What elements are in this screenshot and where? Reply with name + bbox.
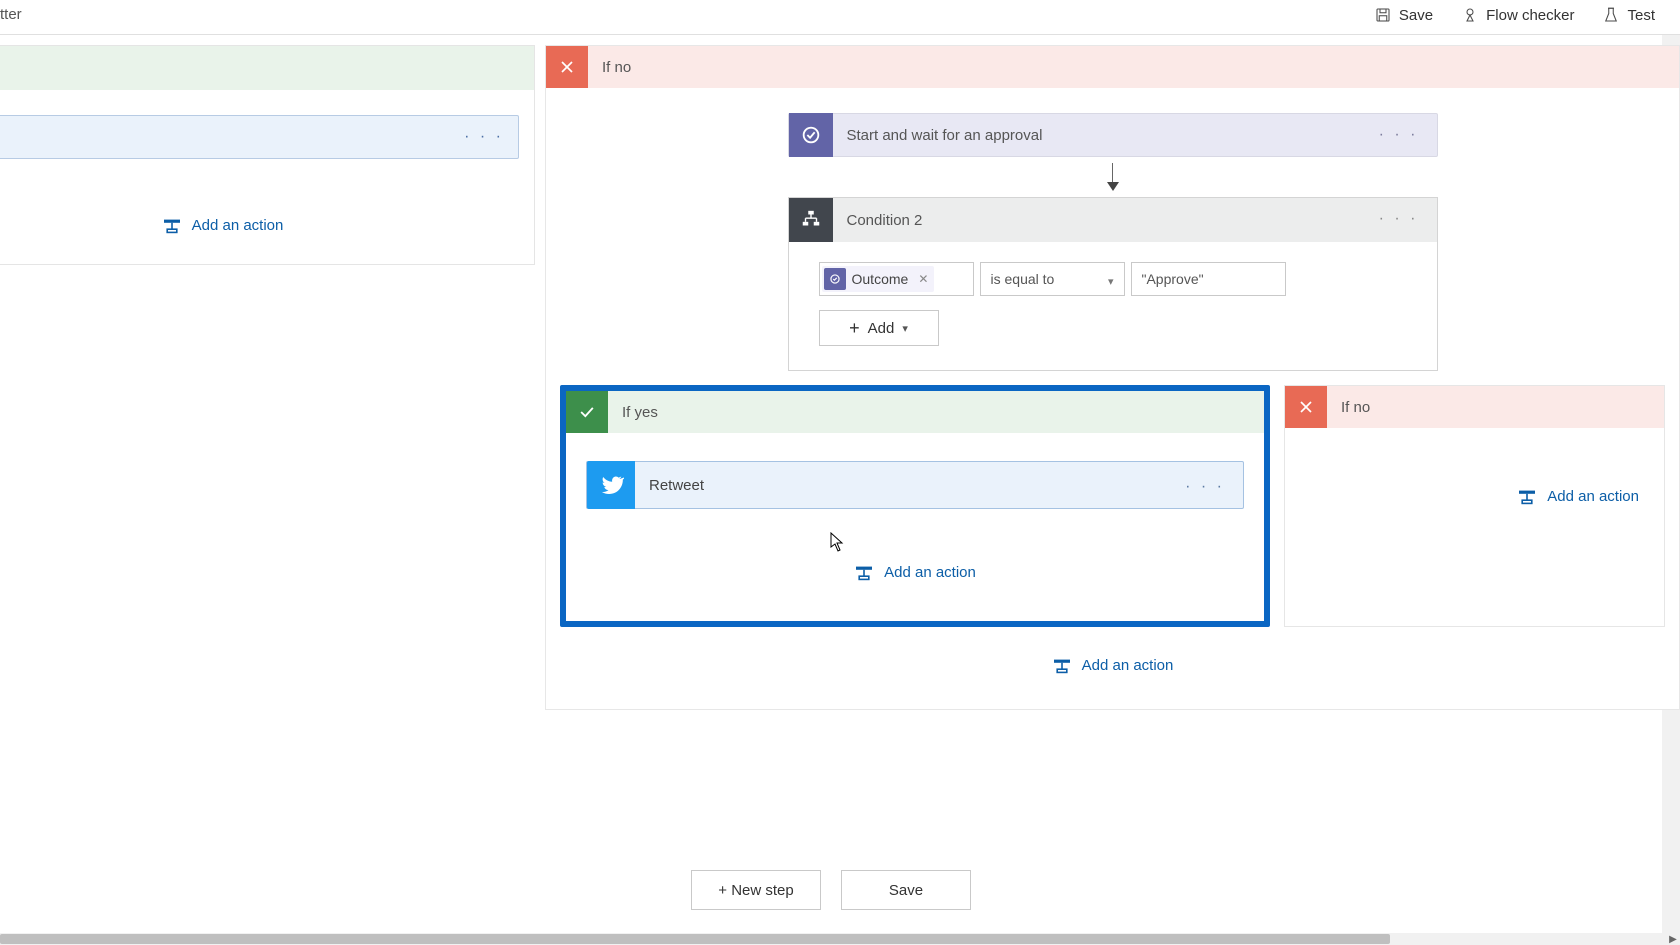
approval-card-title: Start and wait for an approval: [833, 127, 1043, 144]
add-action-yes-label: Add an action: [884, 564, 976, 581]
retweet-more-icon[interactable]: · · ·: [1185, 478, 1225, 496]
approval-icon: [789, 113, 833, 157]
save-button-label: Save: [1399, 7, 1433, 24]
add-action-no[interactable]: Add an action: [1517, 488, 1639, 505]
if-yes-label: If yes: [608, 404, 658, 421]
save-button[interactable]: Save: [1374, 6, 1433, 24]
approval-card-more-icon[interactable]: · · ·: [1379, 126, 1419, 144]
new-step-button[interactable]: + New step: [691, 870, 821, 910]
retweet-card[interactable]: Retweet · · ·: [586, 461, 1244, 509]
condition-icon: [789, 198, 833, 242]
if-no-branch-inner[interactable]: If no Add an action: [1284, 385, 1665, 627]
add-action-icon: [1517, 489, 1537, 505]
condition-card[interactable]: Condition 2 · · · Outcome ✕: [788, 197, 1438, 371]
add-action-left-label: Add an action: [192, 217, 284, 234]
if-no-header[interactable]: If no: [546, 46, 1679, 88]
outcome-token-remove-icon[interactable]: ✕: [918, 272, 928, 286]
if-no-inner-label: If no: [1327, 399, 1370, 416]
approval-card[interactable]: Start and wait for an approval · · ·: [788, 113, 1438, 157]
outcome-token[interactable]: Outcome ✕: [822, 266, 935, 292]
chevron-down-icon: ▾: [1108, 275, 1114, 288]
condition-header[interactable]: Condition 2 · · ·: [789, 198, 1437, 242]
retweet-title: Retweet: [635, 477, 704, 494]
top-toolbar: tter Save Flow checker Test: [0, 0, 1680, 35]
horizontal-scrollbar[interactable]: ▶: [0, 933, 1680, 945]
add-action-bottom-label: Add an action: [1082, 657, 1174, 674]
save-icon: [1374, 6, 1392, 24]
test-label: Test: [1627, 7, 1655, 24]
new-step-label: + New step: [718, 882, 793, 899]
add-action-yes[interactable]: Add an action: [586, 564, 1244, 581]
chevron-down-icon: ▾: [902, 322, 908, 335]
connector-arrow-icon: [1112, 163, 1114, 191]
scrollbar-arrow-right[interactable]: ▶: [1668, 934, 1678, 944]
condition-more-icon[interactable]: · · ·: [1379, 210, 1419, 228]
if-no-outer-panel: If no Start and wait for an approval · ·…: [545, 45, 1680, 710]
check-icon: [566, 391, 608, 433]
condition-value-input[interactable]: "Approve": [1131, 262, 1286, 296]
if-yes-panel-left: d · · · Add an action: [0, 45, 535, 265]
plus-icon: +: [849, 318, 860, 339]
flow-checker-icon: [1461, 6, 1479, 24]
test-icon: [1602, 6, 1620, 24]
scrollbar-thumb[interactable]: [0, 934, 1390, 944]
outcome-token-icon: [824, 268, 846, 290]
condition-body: Outcome ✕ is equal to ▾ "Approve": [789, 242, 1437, 370]
flow-checker-label: Flow checker: [1486, 7, 1574, 24]
if-no-inner-header[interactable]: If no: [1285, 386, 1664, 428]
condition-left-operand[interactable]: Outcome ✕: [819, 262, 974, 296]
test-button[interactable]: Test: [1602, 6, 1655, 24]
save-bottom-label: Save: [889, 882, 923, 899]
condition-add-label: Add: [868, 320, 895, 337]
add-action-bottom[interactable]: Add an action: [1052, 657, 1174, 674]
twitter-icon: [587, 461, 635, 509]
flow-canvas[interactable]: d · · · Add an action If no Start a: [0, 35, 1662, 933]
flow-checker-button[interactable]: Flow checker: [1461, 6, 1574, 24]
condition-value-text: "Approve": [1142, 271, 1204, 287]
if-yes-header-left[interactable]: [0, 46, 534, 90]
cross-icon: [546, 46, 588, 88]
footer-buttons: + New step Save: [0, 870, 1662, 910]
condition-title: Condition 2: [833, 212, 923, 229]
add-action-icon: [854, 565, 874, 581]
add-action-icon: [1052, 658, 1072, 674]
condition-operator-label: is equal to: [991, 271, 1055, 287]
add-action-icon: [162, 218, 182, 234]
outcome-token-label: Outcome: [852, 271, 909, 287]
condition-add-button[interactable]: + Add ▾: [819, 310, 939, 346]
step-card-truncated[interactable]: d · · ·: [0, 115, 519, 159]
save-button-bottom[interactable]: Save: [841, 870, 971, 910]
condition-operator-select[interactable]: is equal to ▾: [980, 262, 1125, 296]
cross-icon: [1285, 386, 1327, 428]
step-card-more-icon[interactable]: · · ·: [464, 128, 504, 146]
if-no-label: If no: [588, 59, 631, 76]
add-action-no-label: Add an action: [1547, 488, 1639, 505]
add-action-left[interactable]: Add an action: [0, 217, 519, 234]
page-title-fragment: tter: [0, 6, 22, 23]
if-yes-header[interactable]: If yes: [566, 391, 1264, 433]
if-yes-branch[interactable]: If yes Retweet · · · Add an action: [560, 385, 1270, 627]
